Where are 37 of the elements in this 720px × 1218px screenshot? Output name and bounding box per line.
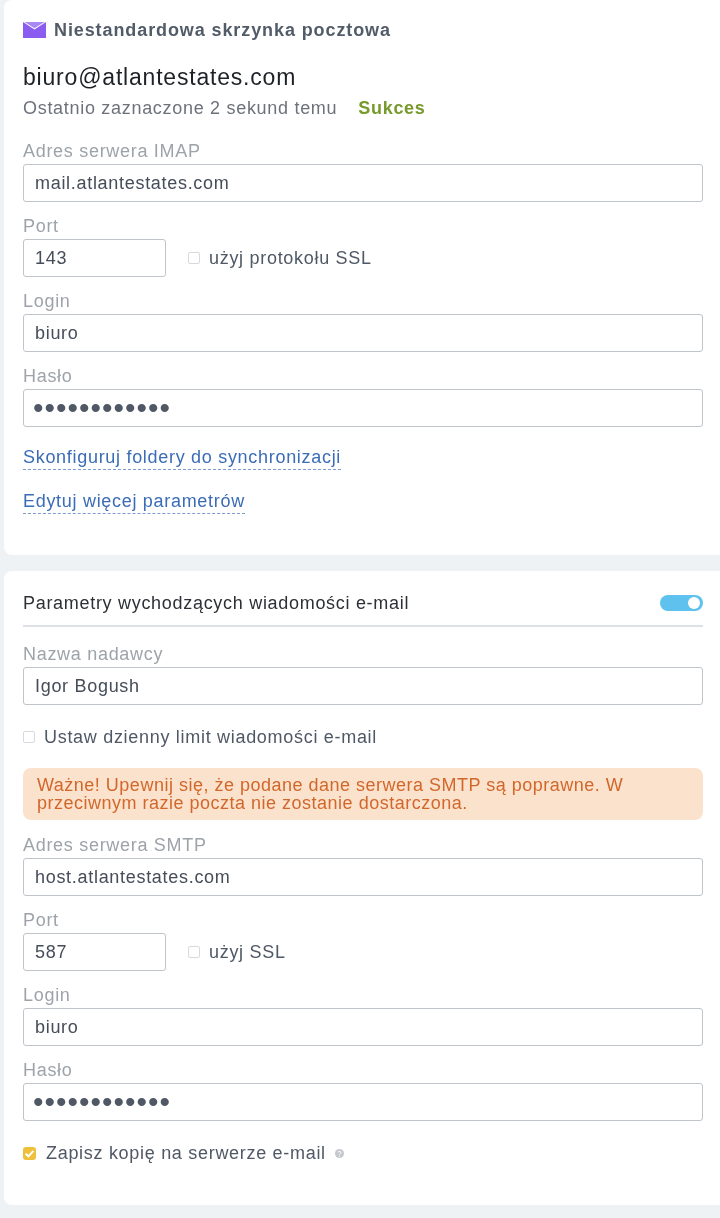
field-label: Port <box>23 216 59 236</box>
field-label: Adres serwera IMAP <box>23 141 201 161</box>
checkbox[interactable] <box>23 1146 36 1160</box>
checkbox-label: użyj protokołu SSL <box>209 248 372 268</box>
port-input[interactable]: 143 <box>23 239 166 277</box>
checkbox-label: Zapisz kopię na serwerze e-mail <box>46 1143 326 1163</box>
checkbox[interactable] <box>188 252 200 264</box>
last-checked-text: Ostatnio zaznaczone 2 sekund temu <box>23 98 338 118</box>
envelope-icon <box>23 22 46 38</box>
dashed-link[interactable]: Edytuj więcej parametrów <box>23 491 245 514</box>
status-result: Sukces <box>358 98 426 118</box>
toggle-switch[interactable] <box>660 595 703 611</box>
password-input[interactable]: •••••••••••• <box>23 389 703 427</box>
checkbox-label: Ustaw dzienny limit wiadomości e-mail <box>44 727 377 747</box>
warning-message: Ważne! Upewnij się, że podane dane serwera SMTP są poprawne. W przeciwnym razie poczta nie zostanie dostarczona. <box>23 768 703 820</box>
checkbox[interactable] <box>188 946 200 958</box>
text-input[interactable]: Igor Bogush <box>23 667 703 705</box>
checkbox[interactable] <box>23 731 35 743</box>
section-title: Niestandardowa skrzynka pocztowa <box>54 20 391 40</box>
text-input[interactable]: mail.atlantestates.com <box>23 164 703 202</box>
port-input[interactable]: 587 <box>23 933 166 971</box>
field-label: Login <box>23 291 71 311</box>
field-label: Adres serwera SMTP <box>23 835 207 855</box>
text-input[interactable]: biuro <box>23 1008 703 1046</box>
field-label: Nazwa nadawcy <box>23 644 164 664</box>
field-label: Login <box>23 985 71 1005</box>
text-input[interactable]: host.atlantestates.com <box>23 858 703 896</box>
dashed-link[interactable]: Skonfiguruj foldery do synchronizacji <box>23 447 342 470</box>
password-input[interactable]: •••••••••••• <box>23 1083 703 1121</box>
field-label: Hasło <box>23 1060 73 1080</box>
field-label: Hasło <box>23 366 73 386</box>
text-input[interactable]: biuro <box>23 314 703 352</box>
field-label: Port <box>23 910 59 930</box>
mailbox-address: biuro@atlantestates.com <box>23 64 297 90</box>
checkbox-label: użyj SSL <box>209 942 286 962</box>
help-icon[interactable] <box>334 1148 344 1158</box>
section-title: Parametry wychodzących wiadomości e-mail <box>23 593 410 613</box>
